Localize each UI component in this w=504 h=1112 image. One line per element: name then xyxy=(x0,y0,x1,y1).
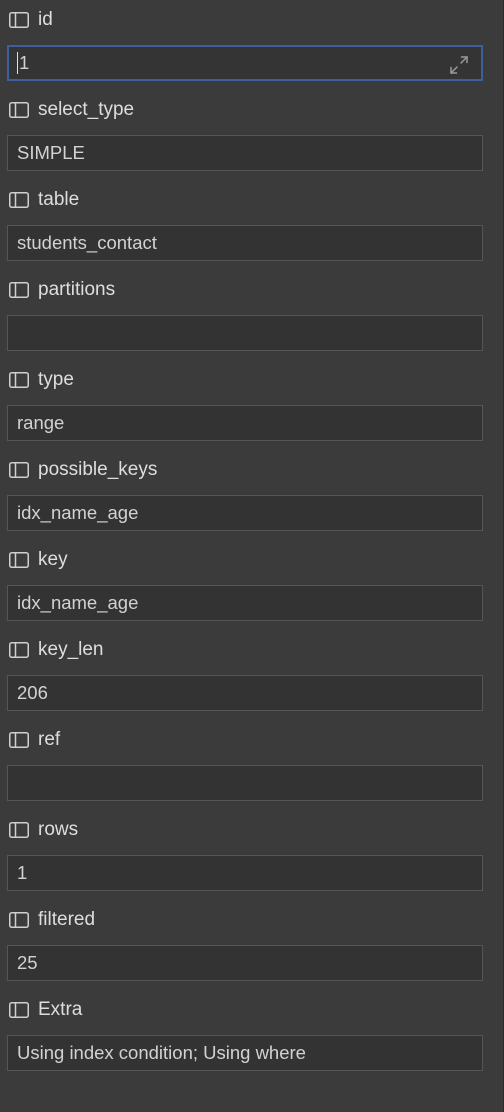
field-label-id: id xyxy=(38,9,53,30)
field-key: key idx_name_age xyxy=(0,540,504,630)
column-icon xyxy=(9,642,29,658)
field-value-key-len-input[interactable]: 206 xyxy=(7,675,483,711)
field-id: id 1 xyxy=(0,0,504,90)
record-detail-panel: id 1 select_type SIMPLE table students_c… xyxy=(0,0,504,1112)
field-label-row: key xyxy=(9,548,68,572)
field-label-row: select_type xyxy=(9,98,134,122)
column-icon xyxy=(9,912,29,928)
field-label-row: Extra xyxy=(9,998,82,1022)
column-icon xyxy=(9,462,29,478)
field-label-select-type: select_type xyxy=(38,99,135,120)
field-label-row: ref xyxy=(9,728,60,752)
field-label-extra: Extra xyxy=(38,999,83,1020)
field-label-filtered: filtered xyxy=(38,909,96,930)
field-rows: rows 1 xyxy=(0,810,504,900)
field-label-key: key xyxy=(38,549,68,570)
field-label-type: type xyxy=(38,369,74,390)
field-possible-keys: possible_keys idx_name_age xyxy=(0,450,504,540)
column-icon xyxy=(9,822,29,838)
field-value-filtered: 25 xyxy=(17,952,38,973)
field-label-possible-keys: possible_keys xyxy=(38,459,158,480)
field-label-table: table xyxy=(38,189,80,210)
field-label-row: partitions xyxy=(9,278,115,302)
field-label-row: key_len xyxy=(9,638,104,662)
field-value-filtered-input[interactable]: 25 xyxy=(7,945,483,981)
field-key-len: key_len 206 xyxy=(0,630,504,720)
field-value-extra: Using index condition; Using where xyxy=(17,1042,306,1063)
field-label-row: type xyxy=(9,368,74,392)
field-value-possible-keys: idx_name_age xyxy=(17,502,139,523)
field-value-id: 1 xyxy=(19,52,30,73)
column-icon xyxy=(9,12,29,28)
field-value-key-input[interactable]: idx_name_age xyxy=(7,585,483,621)
field-label-partitions: partitions xyxy=(38,279,116,300)
field-label-row: id xyxy=(9,8,53,32)
field-label-ref: ref xyxy=(38,729,61,750)
field-label-row: possible_keys xyxy=(9,458,157,482)
field-value-partitions-input[interactable] xyxy=(7,315,483,351)
column-icon xyxy=(9,372,29,388)
field-value-key-len: 206 xyxy=(17,682,48,703)
column-icon xyxy=(9,1002,29,1018)
column-icon xyxy=(9,282,29,298)
field-value-table-input[interactable]: students_contact xyxy=(7,225,483,261)
field-partitions: partitions xyxy=(0,270,504,360)
field-value-type-input[interactable]: range xyxy=(7,405,483,441)
field-filtered: filtered 25 xyxy=(0,900,504,990)
field-table: table students_contact xyxy=(0,180,504,270)
field-label-key-len: key_len xyxy=(38,639,104,660)
column-icon xyxy=(9,732,29,748)
field-value-id-input[interactable]: 1 xyxy=(7,45,483,81)
field-value-rows-input[interactable]: 1 xyxy=(7,855,483,891)
column-icon xyxy=(9,102,29,118)
text-cursor xyxy=(17,52,18,74)
field-label-row: rows xyxy=(9,818,78,842)
field-value-extra-input[interactable]: Using index condition; Using where xyxy=(7,1035,483,1071)
field-value-possible-keys-input[interactable]: idx_name_age xyxy=(7,495,483,531)
field-value-select-type-input[interactable]: SIMPLE xyxy=(7,135,483,171)
field-label-row: table xyxy=(9,188,79,212)
field-ref: ref xyxy=(0,720,504,810)
column-icon xyxy=(9,192,29,208)
field-extra: Extra Using index condition; Using where xyxy=(0,990,504,1080)
field-value-select-type: SIMPLE xyxy=(17,142,85,163)
field-label-row: filtered xyxy=(9,908,95,932)
field-value-rows: 1 xyxy=(17,862,28,883)
expand-icon[interactable] xyxy=(448,54,470,76)
field-value-type: range xyxy=(17,412,65,433)
field-type: type range xyxy=(0,360,504,450)
field-label-rows: rows xyxy=(38,819,79,840)
field-value-ref-input[interactable] xyxy=(7,765,483,801)
column-icon xyxy=(9,552,29,568)
field-select-type: select_type SIMPLE xyxy=(0,90,504,180)
field-value-key: idx_name_age xyxy=(17,592,139,613)
field-value-table: students_contact xyxy=(17,232,157,253)
